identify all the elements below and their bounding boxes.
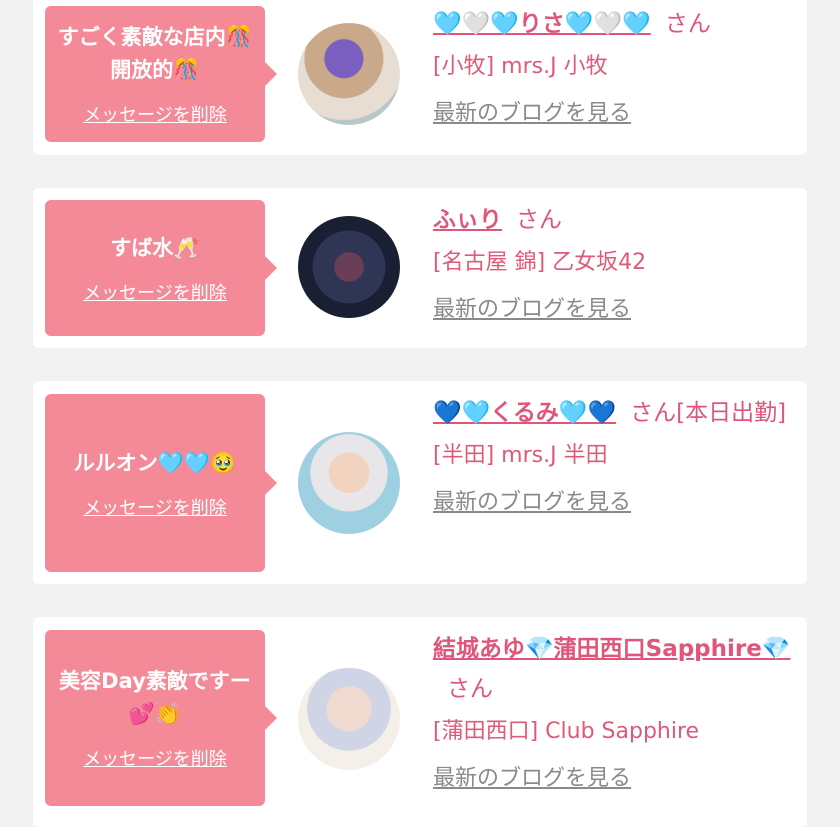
name-line: ふぃり さん [433, 200, 803, 240]
message-text: すば水🥂 [110, 235, 200, 260]
latest-blog-link[interactable]: 最新のブログを見る [433, 96, 803, 132]
name-line: 💙🩵くるみ🩵💙 さん[本日出勤] [433, 393, 803, 433]
message-text: 美容Day素敵ですー💕👏 [59, 669, 251, 726]
shop-text: [半田] mrs.J 半田 [433, 443, 608, 468]
delete-message-link[interactable]: メッセージを削除 [83, 279, 227, 305]
user-name-link[interactable]: ふぃり [433, 207, 502, 233]
message-bubble: すごく素敵な店内🎊開放的🎊 メッセージを削除 [45, 6, 277, 142]
name-line: 🩵🤍🩵りさ🩵🤍🩵 さん [433, 4, 803, 44]
user-name-link[interactable]: 🩵🤍🩵りさ🩵🤍🩵 [433, 11, 651, 37]
avatar[interactable] [298, 23, 400, 125]
shop-text: [名古屋 錦] 乙女坂42 [433, 250, 647, 275]
user-card: すば水🥂 メッセージを削除 ふぃり さん [名古屋 錦] 乙女坂42 最新のブログ… [33, 188, 807, 348]
message-bubble: 美容Day素敵ですー💕👏 メッセージを削除 [45, 630, 277, 806]
latest-blog-link[interactable]: 最新のブログを見る [433, 485, 803, 521]
delete-message-link[interactable]: メッセージを削除 [83, 101, 227, 127]
message-bubble: ルルオン🩵🩵🥹 メッセージを削除 [45, 394, 277, 572]
san-suffix: [本日出勤] [676, 400, 787, 426]
latest-blog-link[interactable]: 最新のブログを見る [433, 761, 803, 797]
user-name-link[interactable]: 💙🩵くるみ🩵💙 [433, 400, 616, 426]
delete-message-link[interactable]: メッセージを削除 [83, 745, 227, 771]
user-card: すごく素敵な店内🎊開放的🎊 メッセージを削除 🩵🤍🩵りさ🩵🤍🩵 さん [小牧] m… [33, 0, 807, 155]
name-line: 結城あゆ💎蒲田西口Sapphire💎 さん [433, 629, 803, 709]
avatar[interactable] [298, 216, 400, 318]
user-card: ルルオン🩵🩵🥹 メッセージを削除 💙🩵くるみ🩵💙 さん[本日出勤] [半田] mr… [33, 381, 807, 584]
san-label: さん [664, 11, 711, 37]
shop-text: [蒲田西口] Club Sapphire [433, 719, 700, 744]
avatar[interactable] [298, 432, 400, 534]
delete-message-link[interactable]: メッセージを削除 [83, 494, 227, 520]
shop-text: [小牧] mrs.J 小牧 [433, 54, 608, 79]
san-label: さん [630, 400, 677, 426]
message-bubble: すば水🥂 メッセージを削除 [45, 200, 277, 336]
avatar[interactable] [298, 668, 400, 770]
message-text: ルルオン🩵🩵🥹 [73, 450, 237, 475]
san-label: さん [516, 207, 562, 233]
san-label: さん [447, 676, 493, 702]
message-text: すごく素敵な店内🎊開放的🎊 [57, 25, 253, 82]
user-name-link[interactable]: 結城あゆ💎蒲田西口Sapphire💎 [433, 636, 791, 662]
user-card: 美容Day素敵ですー💕👏 メッセージを削除 結城あゆ💎蒲田西口Sapphire💎… [33, 617, 807, 827]
latest-blog-link[interactable]: 最新のブログを見る [433, 292, 803, 328]
